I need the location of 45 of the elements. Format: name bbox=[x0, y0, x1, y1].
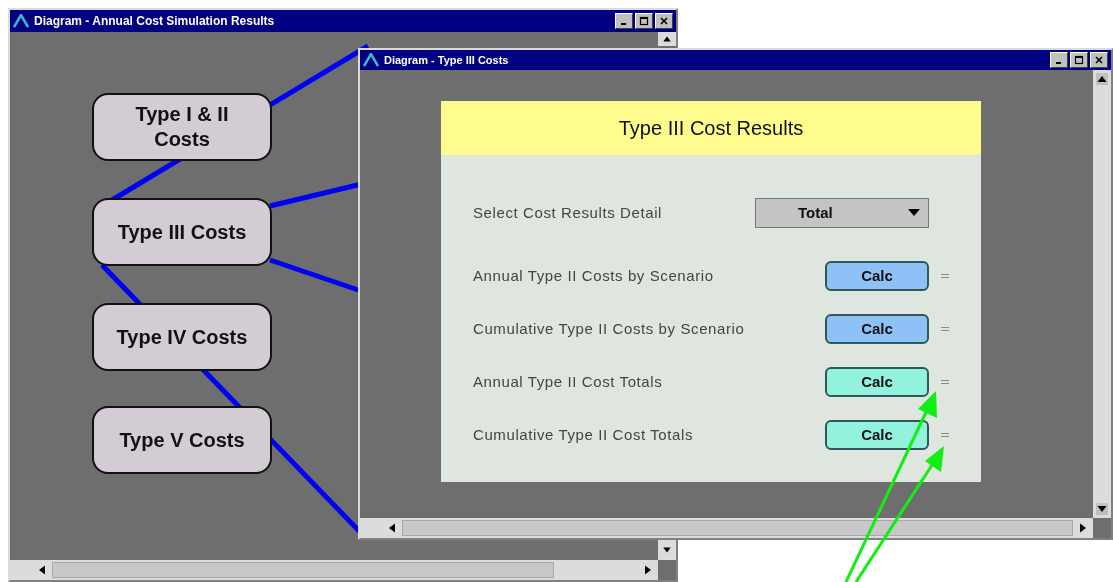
scroll-up-icon bbox=[662, 34, 672, 44]
calc-button[interactable]: Calc bbox=[825, 313, 929, 344]
result-label: Annual Type II Costs by Scenario bbox=[473, 267, 714, 284]
result-icon bbox=[941, 272, 949, 279]
result-icon bbox=[941, 325, 949, 332]
close-icon bbox=[659, 16, 669, 26]
close-button[interactable] bbox=[655, 13, 673, 29]
horizontal-scrollbar[interactable] bbox=[360, 518, 1093, 538]
window-title: Diagram - Type III Costs bbox=[384, 54, 509, 66]
close-icon bbox=[1094, 55, 1104, 65]
vertical-scrollbar[interactable] bbox=[1093, 70, 1111, 518]
result-icon bbox=[941, 378, 949, 385]
minimize-button[interactable] bbox=[1050, 52, 1068, 68]
calc-button[interactable]: Calc bbox=[825, 260, 929, 291]
diagram-node[interactable]: Type IV Costs bbox=[92, 303, 272, 371]
maximize-button[interactable] bbox=[1070, 52, 1088, 68]
scroll-down-icon bbox=[662, 545, 672, 555]
diagram-node[interactable]: Type I & II Costs bbox=[92, 93, 272, 161]
minimize-icon bbox=[1055, 62, 1061, 64]
maximize-icon bbox=[1074, 55, 1084, 65]
diagram-node[interactable]: Type V Costs bbox=[92, 406, 272, 474]
result-label: Cumulative Type II Cost Totals bbox=[473, 426, 694, 443]
scroll-up-button[interactable] bbox=[658, 32, 676, 46]
diagram-node[interactable]: Type III Costs bbox=[92, 198, 272, 266]
field-label: Select Cost Results Detail bbox=[473, 204, 662, 221]
minimize-button[interactable] bbox=[615, 13, 633, 29]
calc-button[interactable]: Calc bbox=[825, 419, 929, 450]
maximize-icon bbox=[639, 16, 649, 26]
scroll-up-icon[interactable] bbox=[1096, 73, 1108, 85]
horizontal-scrollbar[interactable] bbox=[10, 560, 658, 580]
logo-icon bbox=[13, 14, 29, 28]
window-title: Diagram - Annual Cost Simulation Results bbox=[34, 14, 275, 28]
maximize-button[interactable] bbox=[635, 13, 653, 29]
calc-button[interactable]: Calc bbox=[825, 366, 929, 397]
logo-icon bbox=[363, 53, 379, 67]
scroll-down-button[interactable] bbox=[658, 540, 676, 560]
result-icon bbox=[941, 431, 949, 438]
detail-dropdown[interactable]: Total bbox=[755, 197, 929, 228]
result-label: Cumulative Type II Costs by Scenario bbox=[473, 320, 745, 337]
result-label: Annual Type II Cost Totals bbox=[473, 373, 663, 390]
scroll-down-icon[interactable] bbox=[1096, 503, 1108, 515]
close-button[interactable] bbox=[1090, 52, 1108, 68]
caret-icon bbox=[908, 209, 920, 216]
minimize-icon bbox=[620, 23, 626, 25]
panel-title: Type III Cost Results bbox=[618, 116, 804, 140]
